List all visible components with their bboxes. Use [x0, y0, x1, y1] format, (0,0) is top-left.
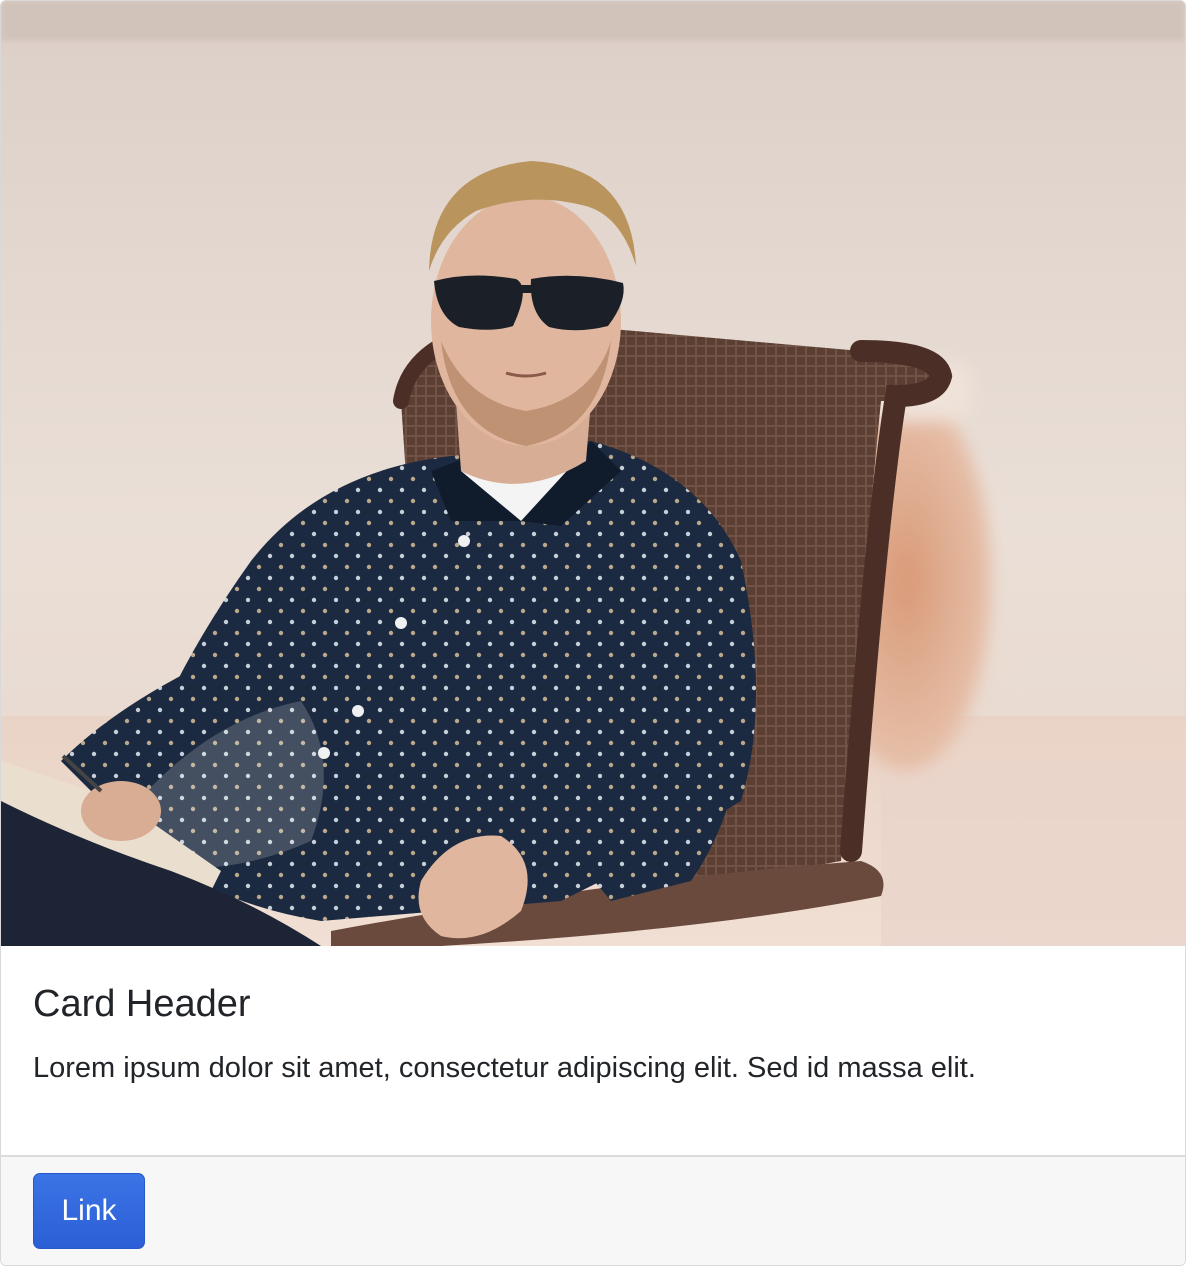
card-title: Card Header — [33, 983, 251, 1025]
card: Card Header Lorem ipsum dolor sit amet, … — [0, 0, 1186, 1266]
card-body: Card Header Lorem ipsum dolor sit amet, … — [1, 946, 1185, 1155]
link-button[interactable]: Link — [33, 1173, 145, 1249]
card-image — [1, 1, 1185, 946]
card-text: Lorem ipsum dolor sit amet, consectetur … — [33, 1052, 976, 1084]
card-footer: Link — [1, 1155, 1185, 1265]
